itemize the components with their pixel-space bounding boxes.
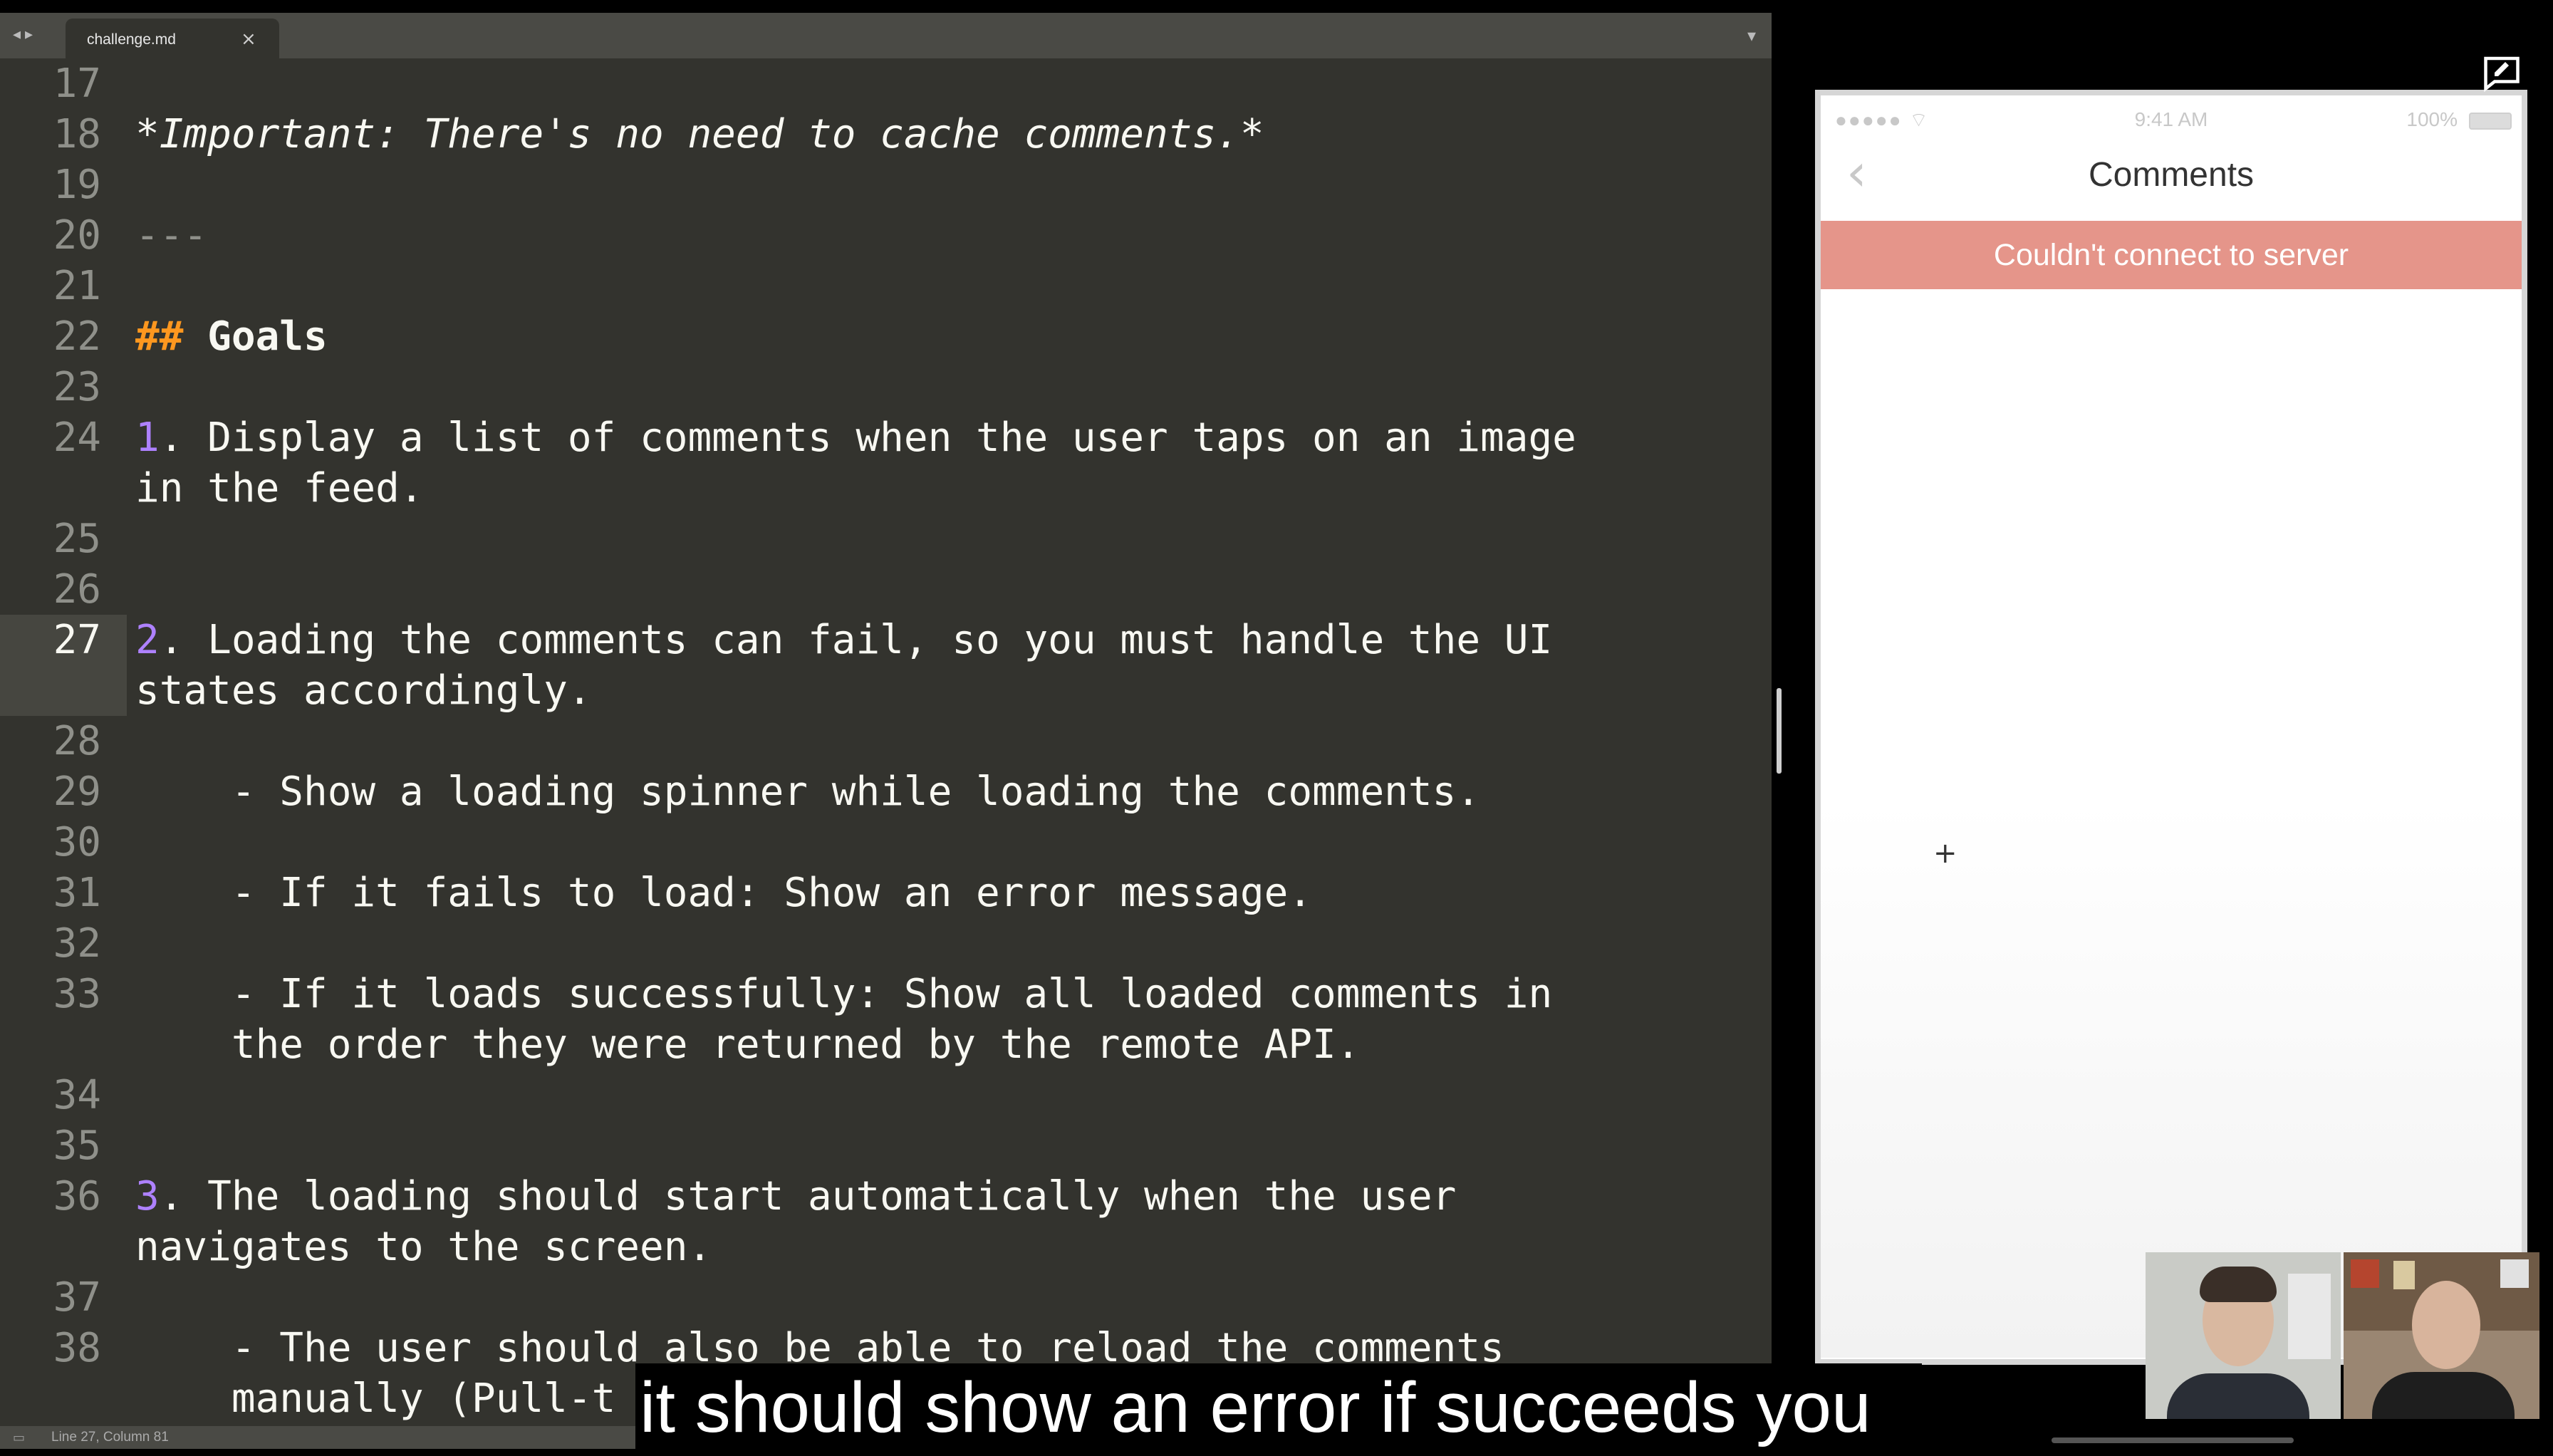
line-number: 34 bbox=[53, 1072, 101, 1118]
line-text: --- bbox=[135, 212, 208, 259]
subtitle-caption: it should show an error if succeeds you bbox=[635, 1363, 1922, 1452]
code-line[interactable]: ## Goals bbox=[135, 311, 328, 362]
line-number: 29 bbox=[53, 769, 101, 815]
line-number: 38 bbox=[53, 1325, 101, 1371]
code-area[interactable]: 17 18 *Important: There's no need to cache… bbox=[0, 58, 1772, 1426]
line-text: . Display a list of comments when the us… bbox=[159, 415, 1576, 461]
line-number: 17 bbox=[53, 61, 101, 107]
code-line[interactable]: - If it fails to load: Show an error mes… bbox=[135, 868, 1312, 918]
line-number: 32 bbox=[53, 920, 101, 967]
webcam-presenter-2 bbox=[2344, 1252, 2539, 1419]
line-number: 37 bbox=[53, 1274, 101, 1321]
webcam-presenter-1 bbox=[2146, 1252, 2341, 1419]
line-text: . The loading should start automatically… bbox=[159, 1173, 1457, 1220]
line-number: 36 bbox=[53, 1173, 101, 1220]
crosshair-cursor-icon: + bbox=[1933, 837, 1957, 870]
heading-marker: ## bbox=[135, 313, 184, 360]
line-number: 19 bbox=[53, 162, 101, 208]
list-number: 1 bbox=[135, 415, 160, 461]
line-text: - Show a loading spinner while loading t… bbox=[135, 769, 1481, 815]
list-number: 3 bbox=[135, 1173, 160, 1220]
line-number: 23 bbox=[53, 364, 101, 410]
code-line-wrapped[interactable]: the order they were returned by the remo… bbox=[135, 1019, 1361, 1070]
heading-text: Goals bbox=[207, 313, 328, 360]
line-number: 28 bbox=[53, 718, 101, 764]
line-number: 31 bbox=[53, 870, 101, 916]
line-number: 35 bbox=[53, 1123, 101, 1169]
line-text: . Loading the comments can fail, so you … bbox=[159, 617, 1553, 663]
comments-list[interactable] bbox=[1821, 289, 2522, 1358]
line-number: 21 bbox=[53, 263, 101, 309]
code-line-wrapped[interactable]: navigates to the screen. bbox=[135, 1222, 712, 1272]
code-line[interactable]: - If it loads successfully: Show all loa… bbox=[135, 969, 1552, 1019]
code-line[interactable]: *Important: There's no need to cache com… bbox=[135, 109, 1264, 160]
code-line[interactable]: 1. Display a list of comments when the u… bbox=[135, 412, 1576, 463]
cursor-position: Line 27, Column 81 bbox=[51, 1430, 169, 1445]
code-line[interactable]: - Show a loading spinner while loading t… bbox=[135, 766, 1480, 817]
line-number: 25 bbox=[53, 516, 101, 562]
navigation-bar: ‹ Comments bbox=[1821, 137, 2522, 222]
tab-menu-icon[interactable]: ▾ bbox=[1747, 26, 1756, 46]
line-text: - If it fails to load: Show an error mes… bbox=[135, 870, 1313, 916]
code-line[interactable]: 2. Loading the comments can fail, so you… bbox=[135, 615, 1552, 665]
line-number: 18 bbox=[53, 111, 101, 157]
pane-splitter[interactable] bbox=[1777, 688, 1782, 774]
line-number: 22 bbox=[53, 313, 101, 360]
battery-percent: 100% bbox=[2406, 108, 2458, 130]
ios-status-bar: ●●●●● ⌔ 9:41 AM 100% bbox=[1821, 108, 2522, 137]
line-number: 26 bbox=[53, 566, 101, 613]
line-number: 27 bbox=[53, 617, 101, 663]
line-number: 30 bbox=[53, 819, 101, 865]
tab-challenge-md[interactable]: challenge.md × bbox=[66, 19, 279, 58]
code-line[interactable]: --- bbox=[135, 210, 207, 261]
tab-nav-arrows-icon[interactable]: ◂▸ bbox=[13, 26, 37, 43]
tab-label: challenge.md bbox=[87, 31, 176, 48]
code-line-wrapped[interactable]: manually (Pull-t bbox=[135, 1373, 615, 1424]
line-text: - If it loads successfully: Show all loa… bbox=[135, 971, 1553, 1017]
code-line-wrapped[interactable]: states accordingly. bbox=[135, 665, 592, 716]
battery-icon bbox=[2469, 113, 2512, 130]
video-scrubber[interactable] bbox=[2052, 1437, 2294, 1443]
close-icon[interactable]: × bbox=[241, 28, 256, 50]
code-line[interactable]: 3. The loading should start automaticall… bbox=[135, 1171, 1456, 1222]
tab-bar: ◂▸ challenge.md × ▾ bbox=[0, 13, 1772, 58]
line-number: 20 bbox=[53, 212, 101, 259]
ios-simulator: ●●●●● ⌔ 9:41 AM 100% ‹ Comments Couldn't… bbox=[1815, 90, 2527, 1365]
code-line-wrapped[interactable]: in the feed. bbox=[135, 463, 424, 514]
text-editor: ◂▸ challenge.md × ▾ 17 18 *Important: Ther… bbox=[0, 13, 1772, 1449]
feedback-icon[interactable] bbox=[2466, 37, 2540, 108]
line-number: 33 bbox=[53, 971, 101, 1017]
error-banner[interactable]: Couldn't connect to server bbox=[1821, 221, 2522, 289]
panel-icon[interactable]: ▭ bbox=[13, 1430, 25, 1445]
line-number: 24 bbox=[53, 415, 101, 461]
list-number: 2 bbox=[135, 617, 160, 663]
nav-title: Comments bbox=[2088, 156, 2255, 194]
line-text: *Important: There's no need to cache com… bbox=[135, 111, 1264, 157]
